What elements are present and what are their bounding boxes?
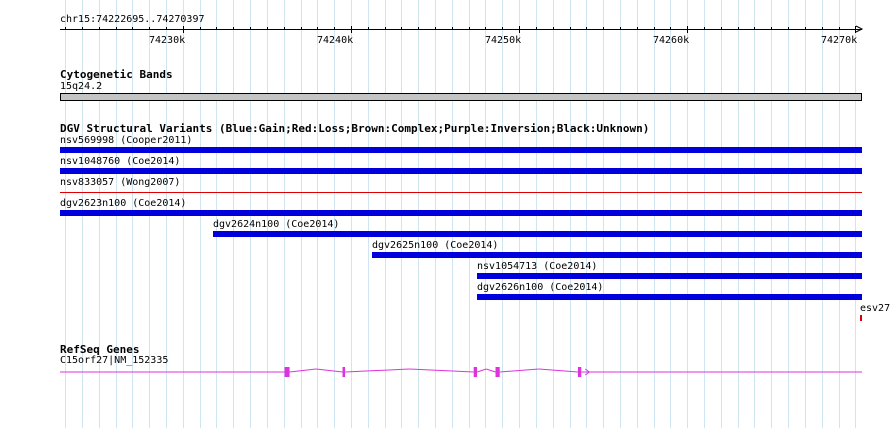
intron-connector <box>499 368 539 373</box>
intron-connector <box>486 368 496 373</box>
ruler-minor-tick <box>620 27 621 30</box>
ruler-minor-tick <box>738 27 739 30</box>
ruler-minor-tick <box>166 27 167 30</box>
sv-feature-label[interactable]: nsv1054713 (Coe2014) <box>477 261 597 273</box>
cytoband-label: 15q24.2 <box>60 81 103 92</box>
exon[interactable] <box>495 367 500 377</box>
ruler-minor-tick <box>654 27 655 30</box>
ruler-major-tick <box>183 26 184 33</box>
ruler-minor-tick <box>754 27 755 30</box>
ruler-tick-label: 74250k <box>485 35 522 46</box>
ruler-minor-tick <box>132 27 133 30</box>
sv-feature-bar[interactable] <box>60 192 862 193</box>
cytoband-bar[interactable] <box>60 93 862 101</box>
ruler-minor-tick <box>822 27 823 30</box>
ruler-minor-tick <box>99 27 100 30</box>
ruler-minor-tick <box>385 27 386 30</box>
sv-feature-label[interactable]: dgv2624n100 (Coe2014) <box>213 219 339 231</box>
ruler-minor-tick <box>570 27 571 30</box>
ruler-axis <box>60 29 862 30</box>
gene-model-C15orf27[interactable] <box>0 362 890 382</box>
ruler-tick-label: 74230k <box>149 35 186 46</box>
ruler-minor-tick <box>401 27 402 30</box>
ruler-minor-tick <box>788 27 789 30</box>
ruler-major-tick <box>351 26 352 33</box>
ruler-minor-tick <box>536 27 537 30</box>
intron-connector <box>409 368 474 373</box>
sv-feature-bar[interactable] <box>477 273 862 279</box>
sv-feature-label[interactable]: dgv2623n100 (Coe2014) <box>60 198 186 210</box>
intron-connector <box>538 368 578 373</box>
sv-feature-bar[interactable] <box>60 168 862 174</box>
ruler-minor-tick <box>368 27 369 30</box>
ruler-minor-tick <box>216 27 217 30</box>
ruler-minor-tick <box>149 27 150 30</box>
ruler-minor-tick <box>435 27 436 30</box>
sv-feature-label[interactable]: nsv569998 (Cooper2011) <box>60 135 192 147</box>
exon[interactable] <box>473 367 478 377</box>
ruler-major-tick <box>519 26 520 33</box>
sv-feature-label[interactable]: dgv2625n100 (Coe2014) <box>372 240 498 252</box>
intron-connector <box>476 368 487 373</box>
ruler-minor-tick <box>704 27 705 30</box>
intron-connector <box>289 368 317 373</box>
ruler-minor-tick <box>469 27 470 30</box>
cytoband-track-title[interactable]: Cytogenetic Bands <box>60 68 173 81</box>
ruler-tick-label: 74240k <box>317 35 354 46</box>
ruler-tick-label: 74270k <box>821 35 858 46</box>
sv-feature-bar[interactable] <box>372 252 862 258</box>
ruler-tick-label: 74260k <box>653 35 690 46</box>
ruler-minor-tick <box>485 27 486 30</box>
ruler-minor-tick <box>771 27 772 30</box>
dgv-track-title[interactable]: DGV Structural Variants (Blue:Gain;Red:L… <box>60 122 649 135</box>
ruler-minor-tick <box>670 27 671 30</box>
genome-browser-view: chr15:74222695..74270397 74230k 74240k 742… <box>0 0 890 428</box>
intron-connector <box>345 368 410 373</box>
exon[interactable] <box>577 367 582 377</box>
ruler-arrow-icon <box>855 25 864 33</box>
sv-feature-bar[interactable] <box>60 210 862 216</box>
sv-feature-label[interactable]: esv27 <box>860 303 890 315</box>
ruler-minor-tick <box>82 27 83 30</box>
intron-connector <box>316 368 343 373</box>
sv-feature-label[interactable]: nsv1048760 (Coe2014) <box>60 156 180 168</box>
ruler-minor-tick <box>284 27 285 30</box>
sv-feature-bar[interactable] <box>213 231 862 237</box>
ruler-minor-tick <box>586 27 587 30</box>
exon[interactable] <box>284 367 290 377</box>
ruler-minor-tick <box>317 27 318 30</box>
ruler-minor-tick <box>200 27 201 30</box>
ruler-minor-tick <box>603 27 604 30</box>
sv-feature-label[interactable]: dgv2626n100 (Coe2014) <box>477 282 603 294</box>
ruler-minor-tick <box>267 27 268 30</box>
ruler-minor-tick <box>233 27 234 30</box>
sv-feature-bar[interactable] <box>860 315 862 321</box>
ruler-minor-tick <box>839 27 840 30</box>
sv-feature-label[interactable]: nsv833057 (Wong2007) <box>60 177 180 189</box>
ruler-minor-tick <box>65 27 66 30</box>
sv-feature-bar[interactable] <box>60 147 862 153</box>
ruler-minor-tick <box>553 27 554 30</box>
ruler-minor-tick <box>805 27 806 30</box>
ruler-minor-tick <box>418 27 419 30</box>
exon[interactable] <box>342 367 346 377</box>
ruler-minor-tick <box>637 27 638 30</box>
ruler-minor-tick <box>116 27 117 30</box>
ruler-minor-tick <box>301 27 302 30</box>
ruler-minor-tick <box>452 27 453 30</box>
ruler-minor-tick <box>250 27 251 30</box>
ruler-minor-tick <box>334 27 335 30</box>
ruler-minor-tick <box>502 27 503 30</box>
ruler-minor-tick <box>721 27 722 30</box>
ruler-major-tick <box>687 26 688 33</box>
position-label: chr15:74222695..74270397 <box>60 14 205 25</box>
sv-feature-bar[interactable] <box>477 294 862 300</box>
